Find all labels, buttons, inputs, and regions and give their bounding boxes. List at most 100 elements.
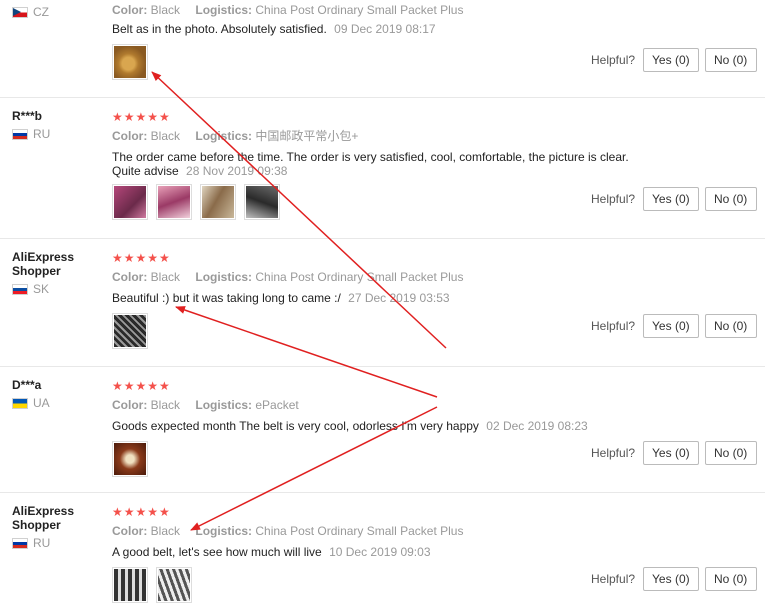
review-photos: [112, 313, 672, 349]
helpful-no-button[interactable]: No (0): [704, 48, 757, 72]
reviewer-country: RU: [12, 127, 104, 141]
flag-ru-icon: [12, 537, 28, 549]
review-text: Belt as in the photo. Absolutely satisfi…: [112, 22, 672, 36]
flag-ua-icon: [12, 397, 28, 409]
review-item: AliExpress Shopper RU ★★★★★ Color: Black…: [0, 493, 765, 603]
helpful-yes-button[interactable]: Yes (0): [643, 567, 699, 591]
country-code: UA: [33, 396, 50, 410]
helpful-label: Helpful?: [591, 446, 636, 460]
color-value: Black: [150, 3, 181, 17]
flag-sk-icon: [12, 283, 28, 295]
star-rating: ★★★★★: [112, 505, 171, 519]
color-label: Color:: [112, 270, 148, 284]
review-photo-thumbnail[interactable]: [112, 184, 148, 220]
review-photo-thumbnail[interactable]: [156, 567, 192, 603]
review-meta: Color: Black Logistics: China Post Ordin…: [112, 269, 672, 285]
flag-ru-icon: [12, 128, 28, 140]
reviewer-country: UA: [12, 396, 104, 410]
country-code: CZ: [33, 5, 49, 19]
review-photos: [112, 184, 672, 220]
review-content: Color: Black Logistics: China Post Ordin…: [112, 2, 672, 80]
review-photo-thumbnail[interactable]: [112, 44, 148, 80]
review-content: ★★★★★ Color: Black Logistics: ePacket Go…: [112, 379, 672, 477]
review-body: Belt as in the photo. Absolutely satisfi…: [112, 22, 327, 36]
helpful-yes-button[interactable]: Yes (0): [643, 48, 699, 72]
helpful-no-button[interactable]: No (0): [704, 187, 757, 211]
helpful-vote: Helpful? Yes (0) No (0): [591, 187, 765, 211]
review-meta: Color: Black Logistics: 中国邮政平常小包+: [112, 128, 672, 144]
star-rating: ★★★★★: [112, 379, 171, 393]
color-value: Black: [150, 398, 181, 412]
review-content: ★★★★★ Color: Black Logistics: 中国邮政平常小包+ …: [112, 110, 672, 220]
review-body: The order came before the time. The orde…: [112, 150, 629, 164]
review-date: 09 Dec 2019 08:17: [334, 22, 436, 36]
logistics-label: Logistics:: [195, 270, 253, 284]
review-body: A good belt, let's see how much will liv…: [112, 545, 322, 559]
review-meta: Color: Black Logistics: China Post Ordin…: [112, 523, 672, 539]
review-photo-thumbnail[interactable]: [244, 184, 280, 220]
logistics-value: 中国邮政平常小包+: [255, 129, 359, 143]
reviewer-info: CZ: [12, 1, 104, 19]
review-text: Goods expected month The belt is very co…: [112, 419, 672, 433]
review-photo-thumbnail[interactable]: [112, 441, 148, 477]
color-value: Black: [150, 129, 181, 143]
color-label: Color:: [112, 3, 148, 17]
helpful-vote: Helpful? Yes (0) No (0): [591, 314, 765, 338]
reviewer-country: SK: [12, 282, 104, 296]
helpful-no-button[interactable]: No (0): [704, 441, 757, 465]
review-photos: [112, 441, 672, 477]
color-value: Black: [150, 524, 181, 538]
star-rating: ★★★★★: [112, 110, 171, 124]
review-item: R***b RU ★★★★★ Color: Black Logistics: 中…: [0, 98, 765, 239]
logistics-value: ePacket: [255, 398, 299, 412]
review-body-continued: Quite advise: [112, 164, 179, 178]
helpful-no-button[interactable]: No (0): [704, 314, 757, 338]
review-photo-thumbnail[interactable]: [112, 567, 148, 603]
helpful-vote: Helpful? Yes (0) No (0): [591, 48, 765, 72]
country-code: RU: [33, 127, 51, 141]
country-code: SK: [33, 282, 50, 296]
review-text: Beautiful :) but it was taking long to c…: [112, 291, 672, 305]
color-value: Black: [150, 270, 181, 284]
review-content: ★★★★★ Color: Black Logistics: China Post…: [112, 251, 672, 349]
review-date: 02 Dec 2019 08:23: [486, 419, 588, 433]
helpful-vote: Helpful? Yes (0) No (0): [591, 567, 765, 591]
reviewer-info: AliExpress Shopper RU: [12, 504, 104, 550]
review-item: D***a UA ★★★★★ Color: Black Logistics: e…: [0, 367, 765, 493]
review-photo-thumbnail[interactable]: [112, 313, 148, 349]
review-meta: Color: Black Logistics: China Post Ordin…: [112, 2, 672, 18]
reviewer-info: R***b RU: [12, 109, 104, 141]
color-label: Color:: [112, 398, 148, 412]
review-date: 27 Dec 2019 03:53: [348, 291, 450, 305]
review-item: AliExpress Shopper SK ★★★★★ Color: Black…: [0, 239, 765, 367]
review-photos: [112, 44, 672, 80]
country-code: RU: [33, 536, 51, 550]
helpful-label: Helpful?: [591, 572, 636, 586]
reviewer-country: RU: [12, 536, 104, 550]
reviewer-name: AliExpress Shopper: [12, 504, 75, 532]
logistics-value: China Post Ordinary Small Packet Plus: [255, 270, 464, 284]
helpful-no-button[interactable]: No (0): [704, 567, 757, 591]
review-item: CZ Color: Black Logistics: China Post Or…: [0, 0, 765, 98]
review-date: 28 Nov 2019 09:38: [186, 164, 288, 178]
review-body: Beautiful :) but it was taking long to c…: [112, 291, 341, 305]
helpful-yes-button[interactable]: Yes (0): [643, 441, 699, 465]
reviewer-info: AliExpress Shopper SK: [12, 250, 104, 296]
helpful-yes-button[interactable]: Yes (0): [643, 314, 699, 338]
review-photos: [112, 567, 672, 603]
review-meta: Color: Black Logistics: ePacket: [112, 397, 672, 413]
review-photo-thumbnail[interactable]: [200, 184, 236, 220]
helpful-yes-button[interactable]: Yes (0): [643, 187, 699, 211]
logistics-value: China Post Ordinary Small Packet Plus: [255, 3, 464, 17]
review-text: A good belt, let's see how much will liv…: [112, 545, 672, 559]
review-date: 10 Dec 2019 09:03: [329, 545, 431, 559]
logistics-value: China Post Ordinary Small Packet Plus: [255, 524, 464, 538]
reviewer-country: CZ: [12, 5, 104, 19]
review-photo-thumbnail[interactable]: [156, 184, 192, 220]
flag-cz-icon: [12, 6, 28, 18]
reviewer-info: D***a UA: [12, 378, 104, 410]
review-content: ★★★★★ Color: Black Logistics: China Post…: [112, 505, 672, 603]
color-label: Color:: [112, 129, 148, 143]
logistics-label: Logistics:: [195, 524, 253, 538]
helpful-label: Helpful?: [591, 53, 636, 67]
